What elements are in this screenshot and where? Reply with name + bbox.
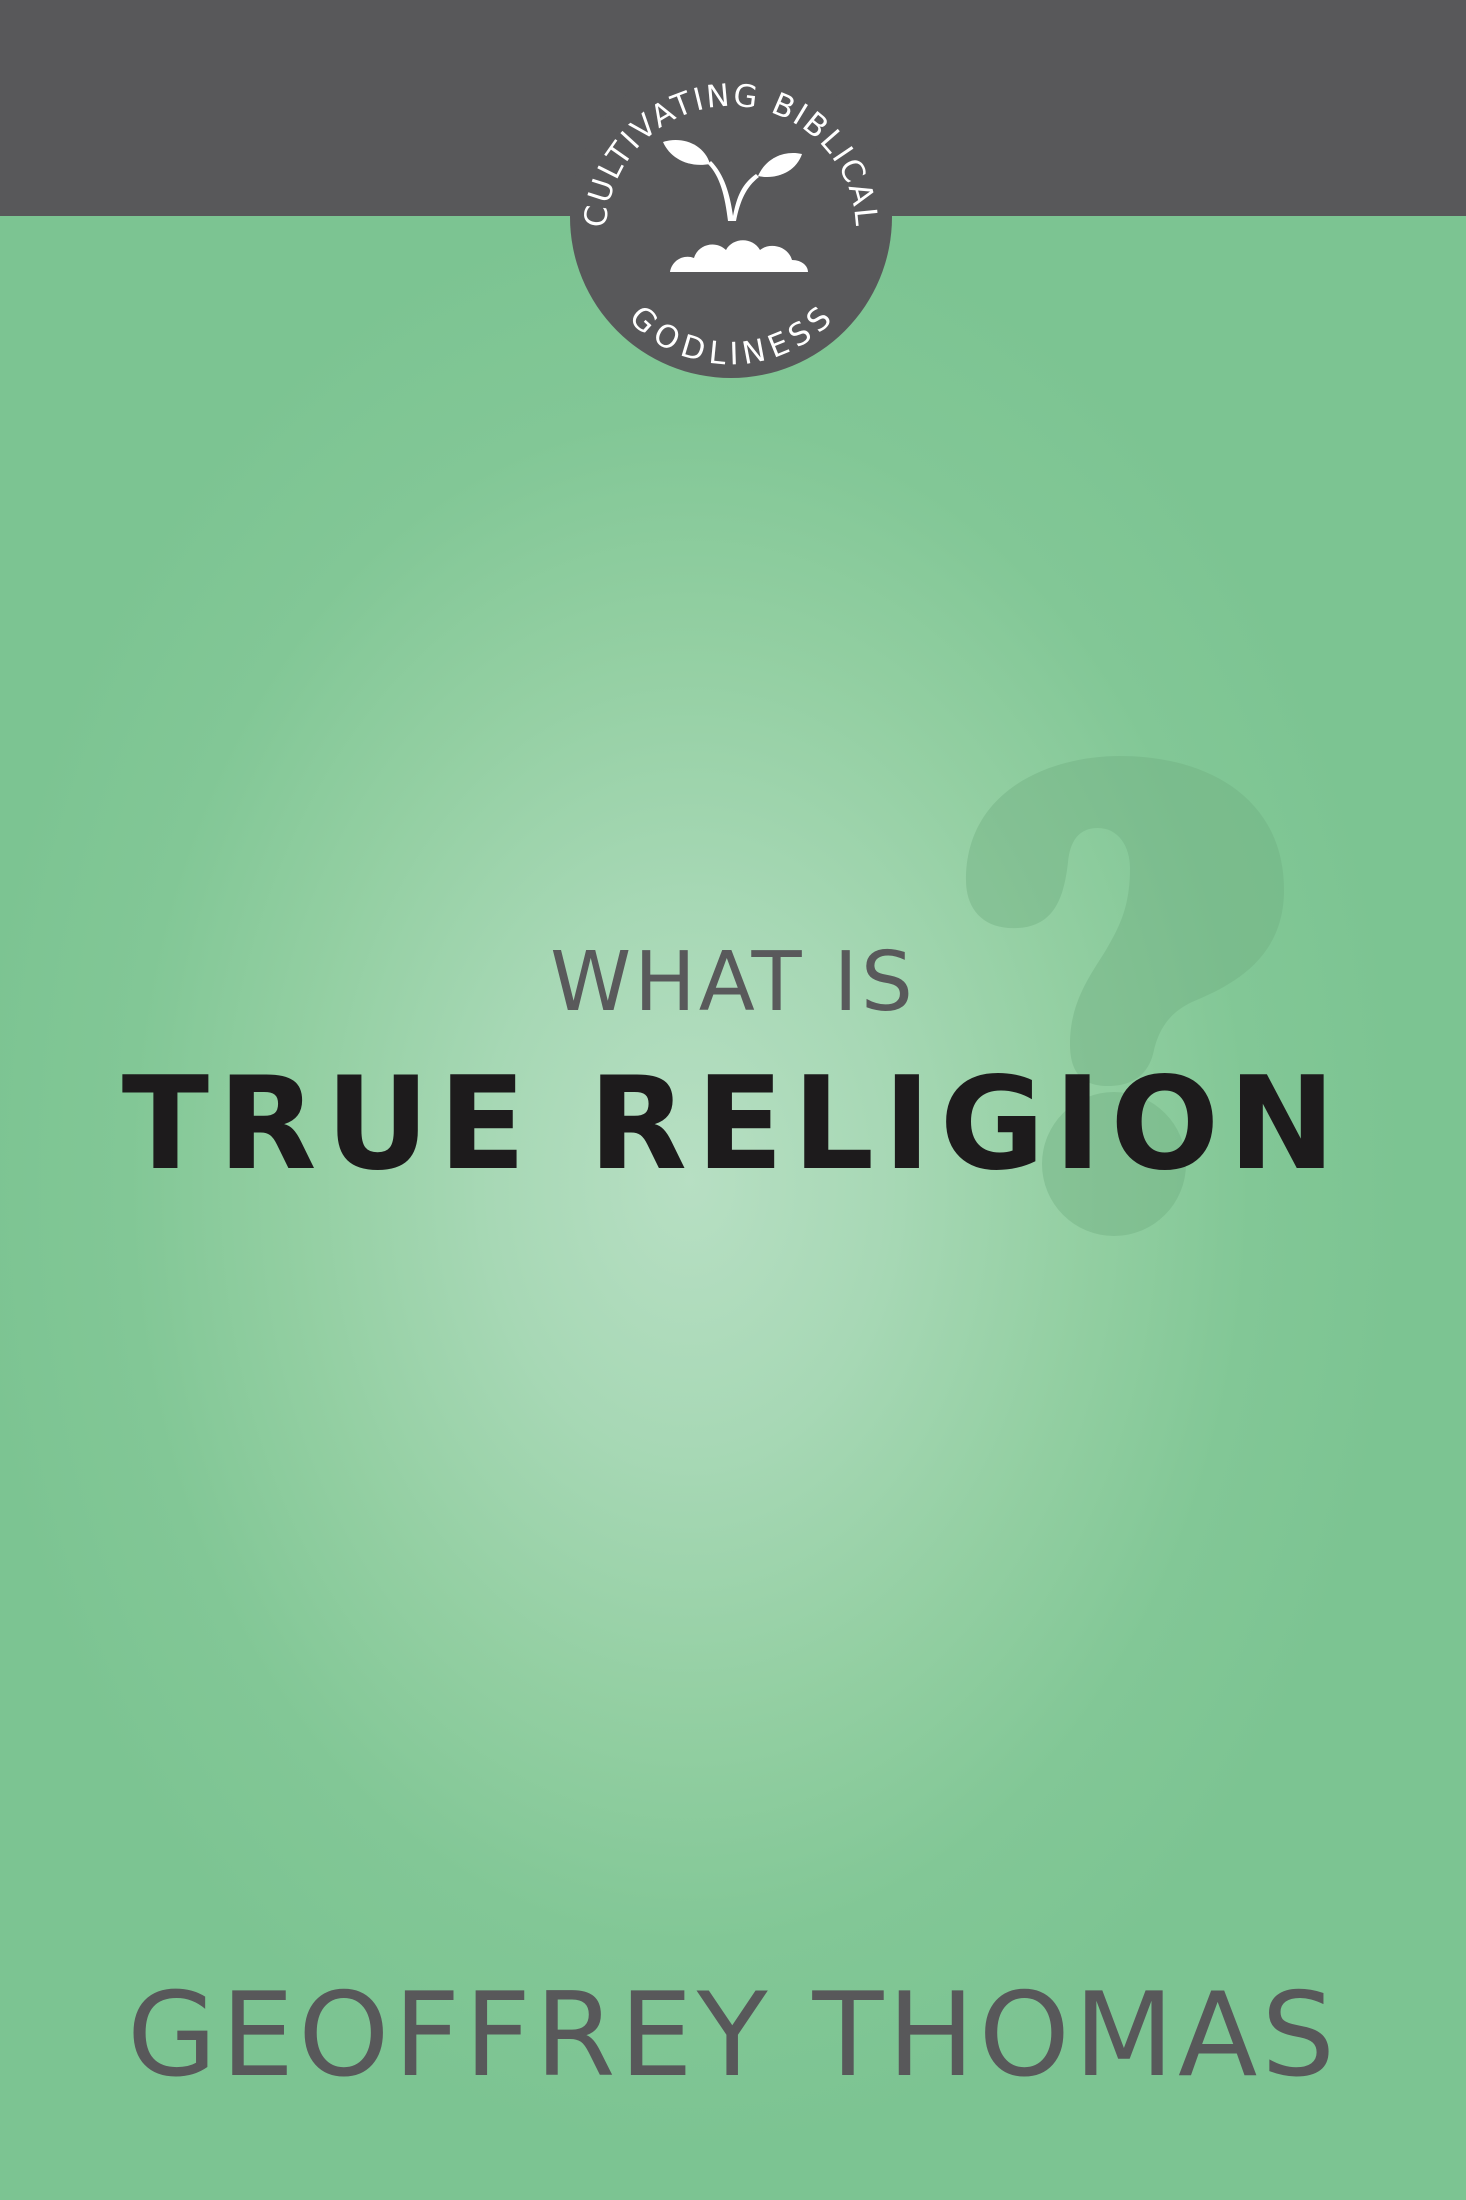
series-badge: CULTIVATING BIBLICAL GODLINESS <box>570 56 892 378</box>
author-name: GEOFFREY THOMAS <box>126 1968 1339 2103</box>
title-line-true-religion: TRUE RELIGION <box>121 1050 1345 1199</box>
book-cover: CULTIVATING BIBLICAL GODLINESS WHAT IS T… <box>0 0 1466 2200</box>
title-line-what-is: WHAT IS <box>550 935 916 1030</box>
